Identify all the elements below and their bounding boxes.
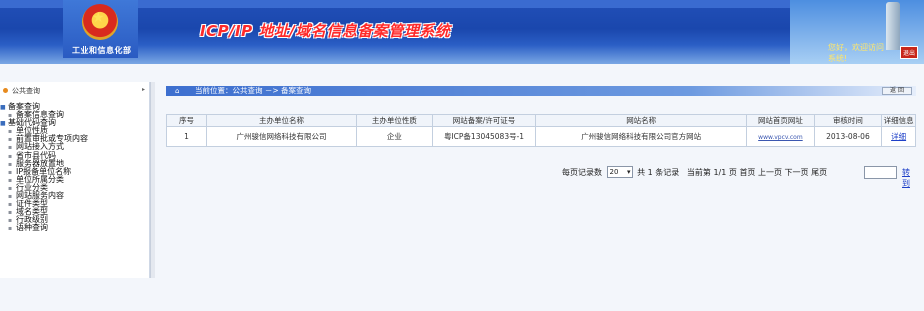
home-icon: ⌂	[175, 87, 180, 95]
per-page-select[interactable]: 20	[606, 166, 633, 178]
table-cell: 详细	[881, 126, 916, 147]
header-banner: 工业和信息化部 ICP/IP 地址/域名信息备案管理系统 您好，欢迎访问 系统!…	[0, 0, 924, 64]
cell-value: 企业	[386, 132, 402, 141]
exit-button[interactable]: 退出	[900, 46, 919, 59]
cell-value: 粤ICP备13045083号-1	[443, 132, 525, 141]
cell-value: 1	[184, 132, 189, 141]
ministry-name: 工业和信息化部	[72, 46, 132, 55]
breadcrumb-text: 当前位置：公共查询 －> 备案查询	[195, 86, 312, 95]
table-header-row: 序号 主办单位名称 主办单位性质 网站备案/许可证号 网站名称 网站首页网址 审核时间 详细信…	[165, 114, 916, 127]
system-title: ICP/IP 地址/域名信息备案管理系统	[200, 22, 451, 40]
national-emblem-icon	[82, 4, 118, 40]
table-cell: 1	[165, 126, 208, 147]
pillar-icon	[886, 2, 900, 50]
table-cell: 企业	[355, 126, 433, 147]
sidebar-item[interactable]: ▪ 语种查询	[0, 223, 150, 233]
back-button[interactable]: 返 回	[882, 87, 912, 95]
column-header: 网站名称	[535, 114, 748, 127]
sidebar-scrollbar[interactable]	[150, 82, 155, 278]
table-cell: 广州骏信网络科技有限公司官方网站	[535, 126, 748, 147]
column-header: 主办单位性质	[355, 114, 433, 127]
pagination: 每页记录数 20 共 1 条记录 当前第 1/1 页 首页 上一页 下一页 尾页	[562, 166, 827, 180]
welcome-text: 您好，欢迎访问 系统!	[828, 42, 884, 64]
column-header: 网站首页网址	[746, 114, 815, 127]
sidebar-item-label: 语种查询	[16, 223, 48, 233]
chevron-right-icon[interactable]: ▸	[142, 86, 145, 93]
column-header: 序号	[165, 114, 208, 127]
column-header: 主办单位名称	[206, 114, 357, 127]
next-page-link[interactable]: 下一页	[785, 167, 809, 178]
cell-value: 广州骏信网络科技有限公司	[236, 132, 327, 141]
results-table: 序号 主办单位名称 主办单位性质 网站备案/许可证号 网站名称 网站首页网址 审核时间 详细信…	[165, 114, 916, 147]
bullet-icon	[3, 88, 8, 93]
table-cell: 2013-08-06	[813, 126, 883, 147]
column-header: 审核时间	[813, 114, 883, 127]
page-icon: ▪	[8, 225, 13, 233]
column-header: 详细信息	[881, 114, 916, 127]
breadcrumb: ⌂ 当前位置：公共查询 －> 备案查询 返 回	[166, 86, 916, 96]
sidebar-header: 公共查询 ▸	[0, 84, 150, 98]
table-cell: 广州骏信网络科技有限公司	[206, 126, 357, 147]
column-header: 网站备案/许可证号	[431, 114, 537, 127]
table-row: 1 广州骏信网络科技有限公司 企业 粤ICP备13045083号-1 广州骏信网络科技有…	[165, 126, 916, 147]
footer-area	[0, 278, 924, 311]
prev-page-link[interactable]: 上一页	[758, 167, 782, 178]
table-cell: 粤ICP备13045083号-1	[431, 126, 537, 147]
cell-value: 2013-08-06	[826, 132, 870, 141]
total-records: 共 1 条记录	[637, 167, 680, 177]
cell-value: 广州骏信网络科技有限公司官方网站	[581, 132, 702, 141]
detail-link[interactable]: 详细	[891, 132, 906, 141]
welcome-line1: 您好，欢迎访问	[828, 43, 884, 52]
last-page-link[interactable]: 尾页	[811, 167, 827, 178]
per-page-label: 每页记录数	[562, 167, 602, 177]
current-page: 当前第 1/1 页	[686, 167, 737, 177]
welcome-line2: 系统!	[828, 54, 848, 63]
jump-button[interactable]: 转到	[902, 167, 916, 189]
sidebar-title: 公共查询	[12, 87, 40, 95]
first-page-link[interactable]: 首页	[739, 167, 755, 178]
left-panel: 公共查询 ▸ ■ 备案查询 ▪ 备案信息查询 ■ 基础代码查询 ▪ 单位性质 ▪ 前置审批或专项内…	[0, 82, 150, 278]
site-url-link[interactable]: www.vpcv.com	[758, 134, 803, 141]
page-jump-input[interactable]	[864, 166, 897, 179]
banner-band	[0, 0, 924, 8]
sidebar-tree: ■ 备案查询 ▪ 备案信息查询 ■ 基础代码查询 ▪ 单位性质 ▪ 前置审批或专项内容 ▪ 网站接入方…	[0, 102, 150, 233]
table-cell: www.vpcv.com	[746, 126, 815, 147]
